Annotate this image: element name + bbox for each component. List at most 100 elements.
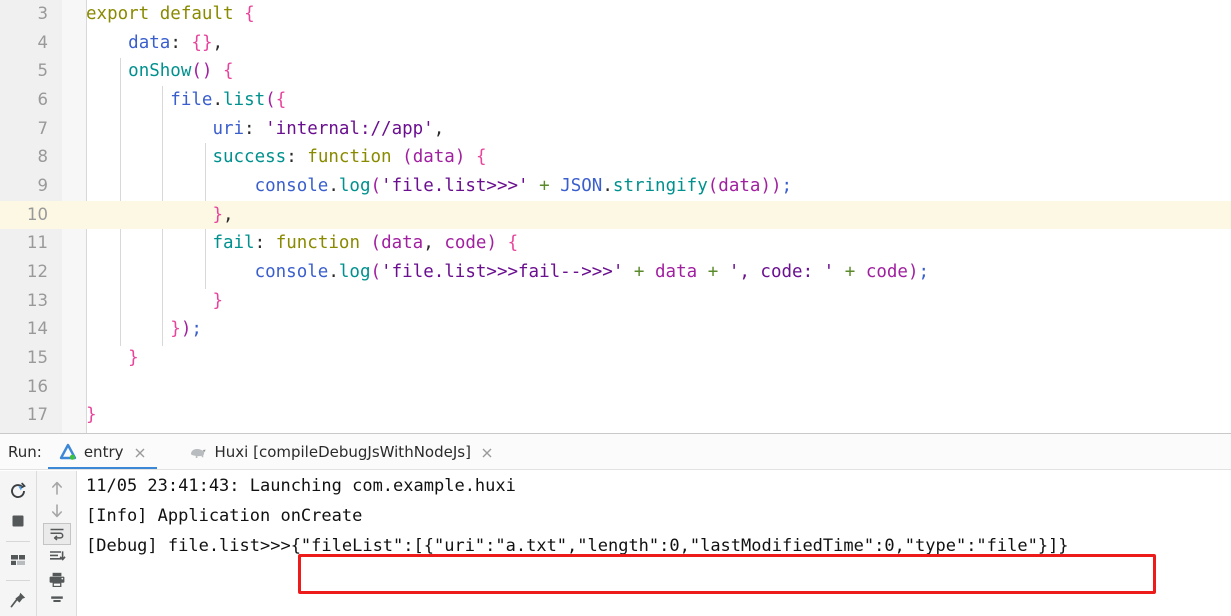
line-number: 8	[0, 143, 48, 172]
code-text: fail: function (data, code) {	[212, 233, 519, 254]
line-number: 9	[0, 171, 48, 201]
code-text: }	[86, 405, 97, 426]
code-text: console.log('file.list>>>fail-->>>' + da…	[254, 261, 930, 282]
code-text: },	[212, 204, 234, 225]
code-line[interactable]: 4 data: {},	[0, 28, 1231, 58]
run-tab-entry[interactable]: entry	[47, 434, 157, 470]
fold-marker-cell[interactable]	[62, 114, 86, 144]
code-line[interactable]: 16	[0, 372, 1231, 402]
fold-collapse-icon[interactable]	[67, 236, 82, 309]
run-tab-bar: Run: entry Huxi [compileDebugJsWithNodeJ…	[0, 434, 1231, 470]
print-icon[interactable]	[43, 570, 71, 591]
fold-collapse-icon[interactable]	[67, 150, 82, 223]
console-output[interactable]: 11/05 23:41:43: Launching com.example.hu…	[77, 471, 1231, 616]
code-text: success: function (data) {	[212, 147, 487, 168]
code-text: onShow() {	[128, 61, 234, 82]
fold-marker-cell[interactable]	[62, 143, 86, 223]
fold-marker-cell[interactable]	[62, 200, 86, 280]
code-line[interactable]: 9 console.log('file.list>>>' + JSON.stri…	[0, 171, 1231, 201]
code-line-highlighted[interactable]: 10 },	[0, 200, 1231, 280]
run-label: Run:	[8, 443, 42, 461]
line-number: 14	[0, 315, 48, 344]
code-line[interactable]: 5 onShow() {	[0, 57, 1231, 137]
line-number: 4	[0, 28, 48, 58]
close-icon[interactable]	[133, 445, 147, 459]
code-line[interactable]: 3 export default {	[0, 0, 1231, 79]
soft-wrap-icon[interactable]	[42, 523, 71, 545]
code-text: console.log('file.list>>>' + JSON.string…	[254, 175, 793, 196]
pin-tab-icon[interactable]	[4, 586, 32, 614]
line-number: 3	[0, 0, 48, 29]
run-tab-gradle[interactable]: Huxi [compileDebugJsWithNodeJs]	[179, 434, 504, 470]
toolbar-separator	[6, 540, 30, 542]
code-line[interactable]: 12 console.log('file.list>>>fail-->>>' +…	[0, 257, 1231, 287]
stop-icon[interactable]	[4, 507, 32, 535]
code-text: });	[170, 319, 202, 340]
code-line[interactable]: 15 }	[0, 343, 1231, 423]
run-toolbar-right	[37, 471, 76, 616]
close-icon[interactable]	[480, 445, 494, 459]
run-tab-label: entry	[83, 443, 124, 461]
gradle-elephant-icon	[189, 442, 209, 462]
app-delta-icon	[58, 442, 78, 462]
fold-marker-cell[interactable]	[62, 257, 86, 287]
fold-marker-cell[interactable]	[62, 28, 86, 58]
fold-marker-cell[interactable]	[62, 315, 86, 395]
code-text: file.list({	[170, 89, 287, 110]
fold-collapse-icon[interactable]	[67, 208, 82, 280]
fold-marker-cell[interactable]	[62, 401, 86, 430]
code-editor[interactable]: 3 export default { 4 data: {}, 5 onShow(…	[0, 0, 1231, 433]
fold-collapse-icon[interactable]	[67, 294, 82, 366]
run-toolbar-left	[0, 471, 36, 616]
fold-marker-cell[interactable]	[62, 171, 86, 201]
up-arrow-icon[interactable]	[43, 477, 71, 498]
console-line: 11/05 23:41:43: Launching com.example.hu…	[86, 476, 516, 496]
rerun-icon[interactable]	[4, 477, 32, 505]
fold-collapse-icon[interactable]	[67, 7, 82, 79]
line-number: 13	[0, 286, 48, 316]
fold-collapse-icon[interactable]	[67, 408, 82, 423]
code-text: }	[212, 290, 223, 311]
line-number: 12	[0, 257, 48, 287]
code-line-list: 3 export default { 4 data: {}, 5 onShow(…	[0, 0, 1231, 433]
code-line[interactable]: 14 });	[0, 315, 1231, 395]
fold-marker-cell[interactable]	[62, 0, 86, 79]
ide-window: 3 export default { 4 data: {}, 5 onShow(…	[0, 0, 1231, 616]
fold-marker-cell[interactable]	[62, 57, 86, 137]
layout-icon[interactable]	[4, 546, 32, 574]
fold-marker-cell[interactable]	[62, 372, 86, 402]
fold-collapse-icon[interactable]	[67, 64, 82, 137]
code-text: }	[128, 347, 139, 368]
scroll-to-end-icon[interactable]	[43, 547, 71, 568]
console-line: [Debug] file.list>>>{"fileList":[{"uri":…	[86, 536, 1069, 556]
code-line[interactable]: 13 }	[0, 286, 1231, 366]
line-number: 5	[0, 57, 48, 86]
console-line: [Info] Application onCreate	[86, 506, 363, 526]
fold-marker-cell[interactable]	[62, 286, 86, 366]
code-line[interactable]: 11 fail: function (data, code) {	[0, 229, 1231, 309]
line-number: 16	[0, 372, 48, 402]
line-number: 7	[0, 114, 48, 144]
code-line[interactable]: 17 }	[0, 401, 1231, 430]
line-number: 10	[0, 200, 48, 230]
code-line[interactable]: 6 file.list({	[0, 85, 1231, 165]
down-arrow-icon[interactable]	[43, 500, 71, 521]
code-line[interactable]: 8 success: function (data) {	[0, 143, 1231, 223]
line-number: 11	[0, 229, 48, 258]
code-text: export default {	[86, 4, 255, 24]
fold-collapse-icon[interactable]	[67, 322, 82, 395]
code-line[interactable]: 7 uri: 'internal://app',	[0, 114, 1231, 144]
code-text: uri: 'internal://app',	[212, 118, 445, 139]
code-text: data: {},	[128, 32, 224, 53]
run-tool-window: Run: entry Huxi [compileDebugJsWithNodeJ…	[0, 433, 1231, 616]
fold-marker-cell[interactable]	[62, 85, 86, 165]
line-number: 17	[0, 401, 48, 430]
clear-all-icon[interactable]	[43, 593, 71, 614]
toolbar-separator	[6, 580, 30, 582]
line-number: 15	[0, 343, 48, 373]
fold-collapse-icon[interactable]	[67, 93, 82, 165]
fold-marker-cell[interactable]	[62, 229, 86, 309]
fold-collapse-icon[interactable]	[67, 351, 82, 423]
fold-marker-cell[interactable]	[62, 343, 86, 423]
line-number: 6	[0, 85, 48, 115]
